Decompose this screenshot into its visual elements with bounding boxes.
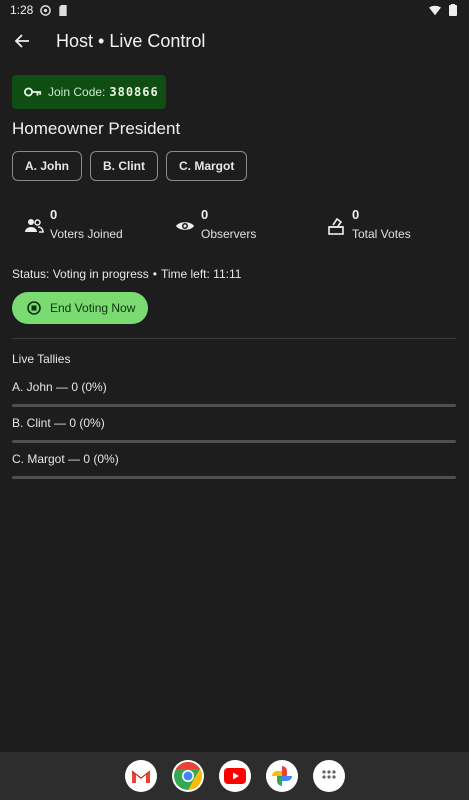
eye-icon	[176, 222, 194, 230]
join-code-value: 380866	[109, 85, 159, 99]
observers-count: 0	[201, 207, 209, 222]
total-votes-count: 0	[352, 207, 360, 222]
battery-icon	[447, 4, 459, 16]
voters-joined-label: Voters Joined	[50, 227, 123, 241]
chrome-icon[interactable]	[171, 760, 204, 792]
tally-row: B. Clint — 0 (0%)	[12, 416, 456, 443]
app-bar: Host • Live Control	[0, 22, 469, 60]
ballot-box-icon	[328, 217, 344, 235]
join-code-label: Join Code:	[48, 85, 106, 99]
tally-progress-bar	[12, 404, 456, 407]
group-icon	[25, 219, 44, 233]
end-voting-button[interactable]: End Voting Now	[12, 292, 148, 324]
sd-card-icon	[57, 4, 69, 16]
photos-icon[interactable]	[265, 760, 298, 792]
tally-progress-bar	[12, 476, 456, 479]
stat-voters-joined: 0 Voters Joined	[24, 206, 123, 246]
key-icon	[24, 87, 42, 97]
tally-label: C. Margot — 0 (0%)	[12, 452, 119, 466]
tally-row: C. Margot — 0 (0%)	[12, 452, 456, 479]
status-text: Status: Voting in progress	[12, 267, 149, 281]
stat-total-votes: 0 Total Votes	[326, 206, 411, 246]
candidate-chip-clint[interactable]: B. Clint	[90, 151, 158, 181]
election-title: Homeowner President	[12, 119, 181, 138]
tally-progress-bar	[12, 440, 456, 443]
tally-label: B. Clint — 0 (0%)	[12, 416, 105, 430]
end-voting-label: End Voting Now	[50, 301, 136, 315]
status-separator: •	[152, 267, 157, 281]
candidate-list: A. John B. Clint C. Margot	[12, 151, 248, 181]
total-votes-label: Total Votes	[352, 227, 411, 241]
tally-row: A. John — 0 (0%)	[12, 380, 456, 407]
status-time: 1:28	[10, 3, 34, 17]
status-bar: 1:28	[0, 0, 469, 20]
app-dock	[0, 752, 469, 800]
live-tallies-heading: Live Tallies	[12, 352, 71, 366]
tally-label: A. John — 0 (0%)	[12, 380, 107, 394]
wifi-icon	[429, 4, 441, 16]
candidate-chip-margot[interactable]: C. Margot	[166, 151, 248, 181]
voting-status: Status: Voting in progress • Time left: 11…	[12, 267, 241, 281]
time-left: Time left: 11:11	[160, 267, 242, 281]
stop-circle-icon	[27, 301, 41, 315]
gmail-icon[interactable]	[124, 760, 157, 792]
app-drawer-icon[interactable]	[312, 760, 345, 792]
join-code-chip[interactable]: Join Code: 380866	[12, 75, 166, 109]
stat-observers: 0 Observers	[175, 206, 256, 246]
settings-notification-icon	[39, 4, 51, 16]
youtube-icon[interactable]	[218, 760, 251, 792]
voters-joined-count: 0	[50, 207, 58, 222]
divider	[12, 338, 456, 339]
back-arrow-icon[interactable]	[10, 29, 34, 53]
candidate-chip-john[interactable]: A. John	[12, 151, 82, 181]
page-title: Host • Live Control	[56, 30, 206, 51]
observers-label: Observers	[201, 227, 257, 241]
